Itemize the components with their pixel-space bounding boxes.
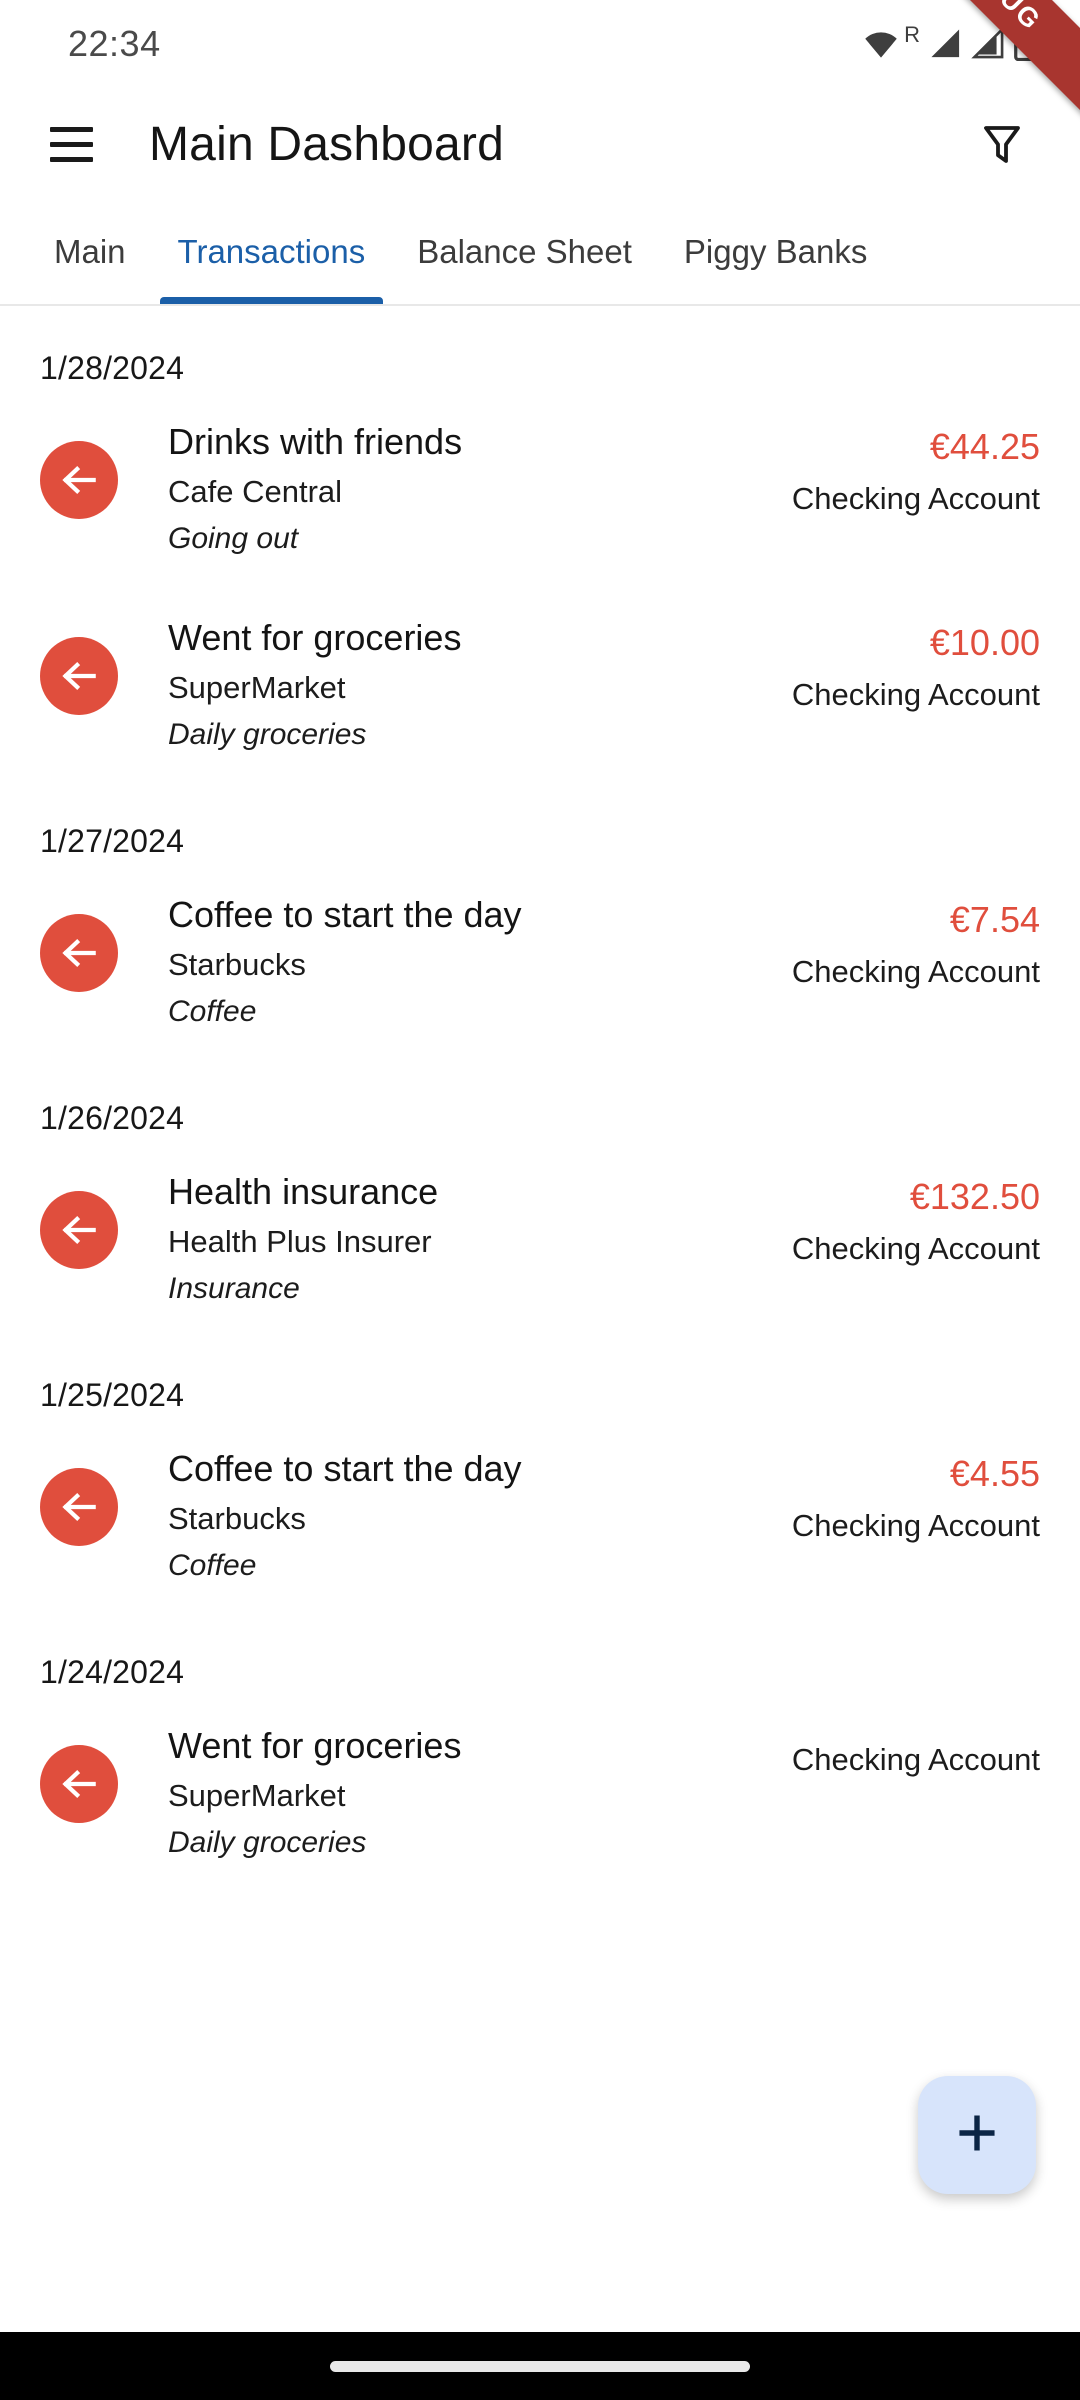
transaction-account: Checking Account [791, 677, 1040, 713]
status-bar: 22:34 R DEBUG [0, 0, 1080, 149]
transaction-row[interactable]: Coffee to start the day Starbucks Coffee… [0, 1414, 1080, 1610]
transaction-details: Drinks with friends Cafe Central Going o… [118, 421, 732, 557]
transaction-account: Checking Account [791, 1742, 1040, 1777]
transaction-details: Went for groceries SuperMarket Daily gro… [118, 1725, 732, 1861]
transaction-amount-block: €7.54 Checking Account [732, 894, 1040, 990]
transaction-category: Daily groceries [168, 717, 367, 751]
date-group-header: 1/27/2024 [40, 823, 185, 859]
arrow-left-icon [40, 1191, 118, 1269]
signal-bars-icon [971, 28, 1007, 60]
transaction-row[interactable]: Health insurance Health Plus Insurer Ins… [0, 1137, 1080, 1333]
roaming-indicator: R [904, 22, 920, 47]
transaction-title: Went for groceries [168, 1725, 462, 1766]
page-title: Main Dashboard [149, 117, 504, 171]
transaction-title: Coffee to start the day [168, 1448, 522, 1489]
tab-piggy-banks[interactable]: Piggy Banks [658, 200, 893, 304]
transaction-amount-block: €44.25 Checking Account [732, 421, 1040, 517]
transaction-payee: SuperMarket [168, 670, 346, 706]
tab-label: Main [54, 233, 126, 270]
transaction-title: Coffee to start the day [168, 894, 522, 935]
date-group-header: 1/25/2024 [40, 1377, 185, 1413]
transaction-payee: Health Plus Insurer [168, 1224, 432, 1260]
tab-balance-sheet[interactable]: Balance Sheet [391, 200, 658, 304]
status-bar-clock: 22:34 [68, 23, 161, 64]
transaction-row[interactable]: Drinks with friends Cafe Central Going o… [0, 387, 1080, 583]
status-bar-icons: R [863, 22, 1036, 61]
hamburger-bar [49, 126, 93, 132]
transaction-account: Checking Account [791, 954, 1040, 990]
transaction-amount-block: €132.50 Checking Account [732, 1171, 1040, 1267]
tab-label: Transactions [177, 233, 366, 270]
transaction-details: Went for groceries SuperMarket Daily gro… [118, 617, 732, 753]
transaction-account: Checking Account [791, 481, 1040, 517]
home-gesture-pill[interactable] [330, 2360, 750, 2372]
date-group-header: 1/28/2024 [40, 350, 185, 386]
arrow-left-icon [40, 1468, 118, 1546]
tab-transactions[interactable]: Transactions [152, 200, 392, 304]
transaction-amount: €44.25 [929, 426, 1040, 467]
filter-funnel-icon[interactable] [970, 112, 1034, 176]
transaction-payee: Cafe Central [168, 474, 343, 510]
transaction-category: Coffee [168, 1548, 257, 1582]
battery-icon [1014, 27, 1036, 61]
transaction-row[interactable]: Coffee to start the day Starbucks Coffee… [0, 860, 1080, 1056]
transaction-details: Coffee to start the day Starbucks Coffee [118, 894, 732, 1030]
transaction-account: Checking Account [791, 1231, 1040, 1267]
transaction-details: Health insurance Health Plus Insurer Ins… [118, 1171, 732, 1307]
hamburger-menu-icon[interactable] [40, 113, 102, 175]
transaction-details: Coffee to start the day Starbucks Coffee [118, 1448, 732, 1584]
arrow-left-icon [40, 1745, 118, 1823]
tab-main[interactable]: Main [28, 200, 152, 304]
transaction-amount: €4.55 [949, 1453, 1040, 1494]
transaction-account: Checking Account [791, 1508, 1040, 1544]
transaction-category: Going out [168, 521, 299, 555]
date-group-header: 1/26/2024 [40, 1100, 185, 1136]
transaction-payee: Starbucks [168, 1501, 306, 1537]
transaction-row[interactable]: Went for groceries SuperMarket Daily gro… [0, 1691, 1080, 1887]
arrow-left-icon [40, 441, 118, 519]
transaction-category: Coffee [168, 994, 257, 1028]
transaction-row[interactable]: Went for groceries SuperMarket Daily gro… [0, 583, 1080, 779]
transaction-amount-block: €10.00 Checking Account [732, 617, 1040, 713]
tab-label: Balance Sheet [417, 233, 632, 270]
hamburger-bar [49, 141, 93, 147]
plus-icon [950, 2106, 1004, 2165]
transaction-title: Health insurance [168, 1171, 439, 1212]
transaction-amount: €7.54 [949, 899, 1040, 940]
transaction-payee: Starbucks [168, 947, 306, 983]
app-bar: Main Dashboard [0, 88, 1080, 200]
transaction-amount: €10.00 [929, 622, 1040, 663]
arrow-left-icon [40, 637, 118, 715]
tab-label: Piggy Banks [683, 233, 868, 270]
date-group-header: 1/24/2024 [40, 1654, 185, 1690]
system-navigation-bar [0, 2332, 1080, 2400]
wifi-icon [863, 29, 899, 59]
add-transaction-fab[interactable] [918, 2076, 1036, 2194]
transaction-category: Insurance [168, 1271, 300, 1305]
transaction-amount-block: €4.55 Checking Account [732, 1448, 1040, 1544]
signal-bars-icon [928, 28, 964, 60]
transaction-title: Went for groceries [168, 617, 462, 658]
arrow-left-icon [40, 914, 118, 992]
transaction-amount-block: Checking Account [732, 1725, 1040, 1778]
transaction-amount: €132.50 [909, 1176, 1040, 1217]
transaction-title: Drinks with friends [168, 421, 463, 462]
transaction-payee: SuperMarket [168, 1778, 346, 1814]
tab-bar: Main Transactions Balance Sheet Piggy Ba… [0, 200, 1080, 306]
transaction-list[interactable]: 1/28/2024 Drinks with friends Cafe Centr… [0, 306, 1080, 2304]
transaction-category: Daily groceries [168, 1825, 367, 1859]
hamburger-bar [49, 156, 93, 162]
